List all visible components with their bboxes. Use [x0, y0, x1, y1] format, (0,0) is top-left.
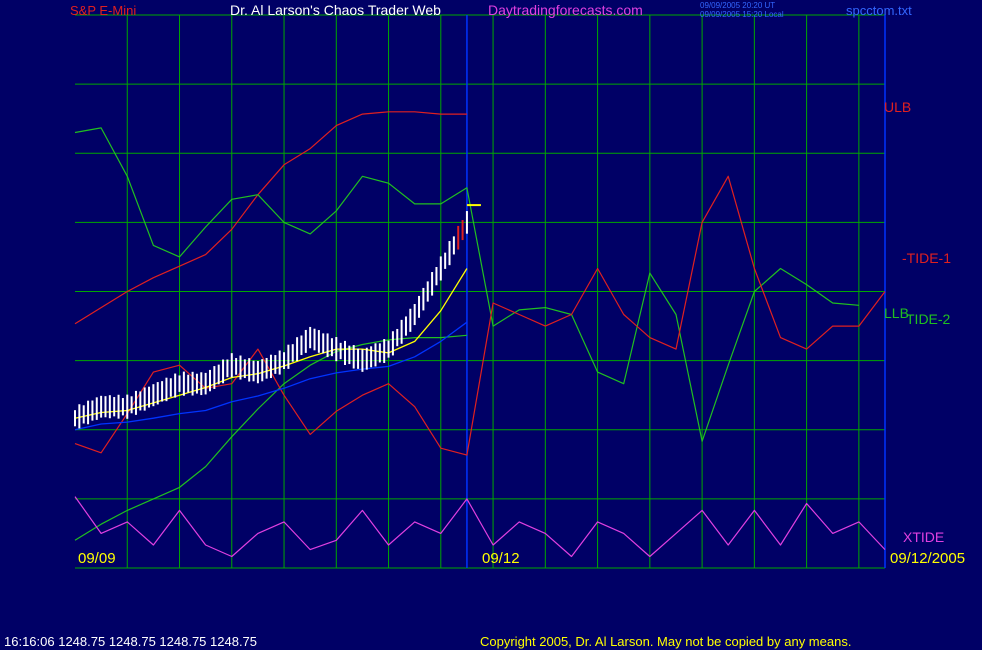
- series-label-tide-1: -TIDE-1: [902, 250, 951, 266]
- chaos-trader-chart: S&P E-Mini Dr. Al Larson's Chaos Trader …: [0, 0, 982, 650]
- data-file-name: spcctom.txt: [846, 3, 912, 18]
- copyright-notice: Copyright 2005, Dr. Al Larson. May not b…: [480, 634, 851, 649]
- chart-title: Dr. Al Larson's Chaos Trader Web: [230, 2, 441, 18]
- series-label-ulb: ULB: [884, 99, 911, 115]
- date-label-end: 09/12/2005: [890, 550, 965, 567]
- date-label-mid: 09/12: [482, 550, 520, 567]
- timestamp-ut: 09/09/2005 20:20 UT: [700, 1, 775, 10]
- date-label-start: 09/09: [78, 550, 116, 567]
- symbol-label: S&P E-Mini: [70, 3, 136, 18]
- timestamp-local: 09/09/2005 15:20 Local: [700, 10, 784, 19]
- series-label-xtide: XTIDE: [903, 529, 944, 545]
- quote-readout: 16:16:06 1248.75 1248.75 1248.75 1248.75: [4, 634, 257, 649]
- series-label-tide-2: TIDE-2: [906, 311, 951, 327]
- site-name[interactable]: Daytradingforecasts.com: [488, 2, 643, 18]
